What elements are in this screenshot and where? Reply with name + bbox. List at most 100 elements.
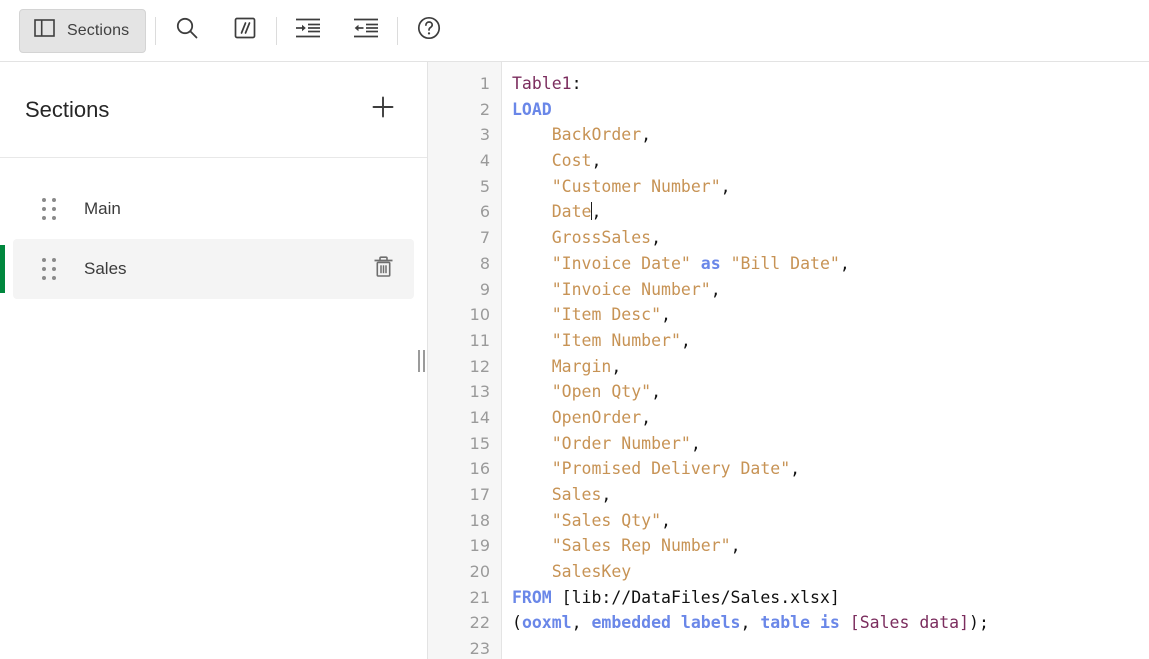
line-number: 1 [479,74,490,93]
code-line[interactable]: "Item Desc", [512,302,1149,328]
code-line[interactable]: "Item Number", [512,328,1149,354]
code-line[interactable]: "Promised Delivery Date", [512,456,1149,482]
code-token: OpenOrder [551,407,642,427]
code-token: "Sales Rep Number" [551,536,731,556]
code-token: , [720,176,731,196]
code-token: , [641,125,652,145]
code-token: Sales [551,485,602,504]
comment-button[interactable] [223,9,267,53]
panel-resize-splitter[interactable] [413,62,429,659]
code-line[interactable]: "Sales Qty", [512,508,1149,534]
code-token: : [571,74,582,93]
code-line[interactable]: BackOrder, [512,122,1149,148]
code-token: GrossSales [551,228,652,248]
selected-accent-bar [0,245,5,293]
line-number: 11 [469,330,490,350]
line-number: 14 [469,407,490,427]
code-line[interactable]: "Customer Number", [512,174,1149,200]
drag-dots-icon[interactable] [42,258,56,280]
toolbar-divider-1 [155,16,157,45]
indent-decrease-button[interactable] [344,9,388,53]
code-token: , [571,613,592,633]
code-token: , [690,433,701,453]
code-line[interactable]: "Open Qty", [512,379,1149,405]
add-section-button[interactable] [364,91,402,129]
help-button[interactable] [407,9,451,53]
code-line[interactable]: OpenOrder, [512,405,1149,431]
line-number: 4 [479,151,490,171]
code-token: FROM [512,587,552,607]
code-token: , [790,459,801,479]
code-token: "Invoice Number" [551,279,711,299]
sections-header: Sections [0,62,427,158]
code-content[interactable]: Table1: LOAD BackOrder, Cost, "Customer N… [502,62,1149,659]
help-circle-icon [416,15,442,46]
code-line[interactable]: SalesKey [512,559,1149,585]
code-line[interactable]: Table1: [512,71,1149,97]
code-line[interactable]: Date, [512,199,1149,225]
sidebar-item-sales[interactable]: Sales [0,239,414,299]
drag-dots-icon[interactable] [42,198,56,220]
indent-increase-icon [294,16,322,45]
sections-button-label: Sections [67,21,130,39]
code-line[interactable] [512,636,1149,659]
code-token: "Sales Qty" [551,510,662,530]
code-token: ( [512,613,522,633]
code-token: Table1 [512,74,572,93]
vertical-grip-icon [417,349,425,372]
code-token: SalesKey [551,562,632,582]
line-number: 20 [469,562,490,582]
toggle-sections-panel-button[interactable]: Sections [19,8,147,53]
code-token: "Item Number" [551,330,681,350]
code-token: , [641,407,652,427]
code-line[interactable]: Cost, [512,148,1149,174]
delete-section-button[interactable] [366,252,400,286]
code-line[interactable]: "Invoice Number", [512,277,1149,303]
code-token: "Open Qty" [551,382,652,402]
code-editor[interactable]: 1 2 3 4 5 6 7 8 9 10 11 12 13 14 15 16 17 18 19 20 21 22 23 Ta… [428,62,1149,659]
line-number: 22 [469,613,490,633]
script-editor-app: Sections Sections Main Sales 1 2 3 4 5 6… [0,0,1149,659]
code-line[interactable]: "Order Number", [512,431,1149,457]
code-line[interactable]: "Sales Rep Number", [512,533,1149,559]
code-token: BackOrder [551,125,642,145]
search-icon [174,15,200,46]
code-line[interactable]: "Invoice Date" as "Bill Date", [512,251,1149,277]
indent-decrease-icon [352,16,380,45]
code-token: , [839,253,850,273]
code-line[interactable]: FROM [lib://DataFiles/Sales.xlsx] [512,585,1149,611]
code-token: "Bill Date" [720,253,840,273]
code-token: Date [551,202,592,222]
code-line[interactable]: Margin, [512,354,1149,380]
indent-increase-button[interactable] [286,9,330,53]
line-number: 13 [469,382,490,402]
code-line[interactable]: GrossSales, [512,225,1149,251]
line-number: 21 [469,587,490,607]
code-line[interactable]: LOAD [512,97,1149,123]
code-token: ooxml [521,613,572,633]
line-number: 8 [479,253,490,273]
code-token: "Item Desc" [551,305,662,325]
code-token: , [651,382,662,402]
code-token: "Invoice Date" [551,253,701,273]
line-number-gutter: 1 2 3 4 5 6 7 8 9 10 11 12 13 14 15 16 17 18 19 20 21 22 23 [428,62,502,659]
sidebar-item-main[interactable]: Main [13,179,414,239]
toolbar-divider-3 [397,16,399,45]
code-line[interactable]: (ooxml, embedded labels, table is [Sales… [512,610,1149,636]
code-line[interactable]: Sales, [512,482,1149,508]
line-number: 10 [469,305,490,325]
line-number: 18 [469,510,490,530]
comment-slashes-icon [232,15,258,46]
search-button[interactable] [165,9,209,53]
code-token: , [591,151,602,171]
line-number: 16 [469,459,490,479]
